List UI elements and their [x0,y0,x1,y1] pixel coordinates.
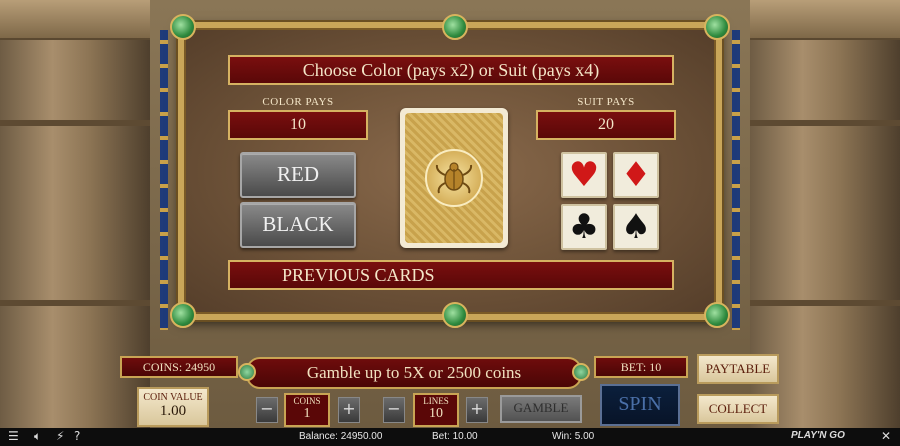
bet-display: BET: 10 [594,356,688,378]
suit-pays-label: SUIT PAYS [577,96,635,108]
red-button[interactable]: RED [240,152,356,198]
lines-selector: LINES 10 [413,393,459,427]
pillar-ring [0,120,150,126]
hearts-suit-button[interactable]: ♥ [561,152,607,198]
gem-ornament [238,363,256,381]
win-text: Win: 5.00 [552,431,595,442]
lines-increase-button[interactable]: + [466,397,488,423]
previous-cards-label: PREVIOUS CARDS [228,260,674,290]
gem-ornament [442,302,468,328]
bet-text: Bet: 10.00 [432,431,478,442]
gem-ornament [572,363,590,381]
pillar-capital [750,0,900,40]
face-down-card [400,108,508,248]
gem-ornament [704,14,730,40]
coins-label: COINS [293,396,321,406]
gem-ornament [704,302,730,328]
reel-frame-stripe [160,30,168,330]
pillar-capital [0,0,150,40]
close-icon[interactable]: ✕ [881,429,891,443]
paytable-button[interactable]: PAYTABLE [697,354,779,384]
gamble-message-text: Gamble up to 5X or 2500 coins [306,363,522,382]
gem-ornament [170,14,196,40]
reel-frame-stripe [732,30,740,330]
clubs-suit-button[interactable]: ♣ [561,204,607,250]
scarab-icon [425,149,483,207]
diamonds-suit-button[interactable]: ♦ [613,152,659,198]
balance-text: Balance: 24950.00 [299,431,383,442]
coins-display: COINS: 24950 [120,356,238,378]
help-icon[interactable]: ? [74,429,80,443]
status-bar: ☰ 🔈︎ ⚡︎ ? Balance: 24950.00 Bet: 10.00 W… [0,428,900,446]
color-pays-label: COLOR PAYS [262,96,334,108]
black-button[interactable]: BLACK [240,202,356,248]
lines-decrease-button[interactable]: − [383,397,405,423]
spin-button[interactable]: SPIN [600,384,680,426]
gem-ornament [170,302,196,328]
turbo-icon[interactable]: ⚡︎ [56,429,64,443]
gamble-button[interactable]: GAMBLE [500,395,582,423]
lines-label: LINES [423,396,449,406]
gamble-message: Gamble up to 5X or 2500 coins [238,357,590,389]
gem-ornament [442,14,468,40]
sound-icon[interactable]: 🔈︎ [34,429,41,444]
gamble-title: Choose Color (pays x2) or Suit (pays x4) [228,55,674,85]
gamble-panel: Choose Color (pays x2) or Suit (pays x4)… [170,14,730,328]
provider-logo: PLAY'N GO [791,430,845,441]
pillar-ring [0,300,150,306]
spades-suit-button[interactable]: ♠ [613,204,659,250]
color-pays-value: 10 [228,110,368,140]
coin-value-label: COIN VALUE [143,392,203,403]
menu-icon[interactable]: ☰ [8,429,19,443]
pillar-ring [750,120,900,126]
coins-decrease-button[interactable]: − [256,397,278,423]
lines-value: 10 [429,406,443,421]
collect-button[interactable]: COLLECT [697,394,779,424]
coins-increase-button[interactable]: + [338,397,360,423]
pillar-ring [750,300,900,306]
coins-selector: COINS 1 [284,393,330,427]
coins-value: 1 [303,406,311,421]
card-back-pattern [405,113,503,243]
suit-pays-value: 20 [536,110,676,140]
coin-value-selector[interactable]: COIN VALUE 1.00 [137,387,209,427]
coin-value: 1.00 [159,403,187,419]
